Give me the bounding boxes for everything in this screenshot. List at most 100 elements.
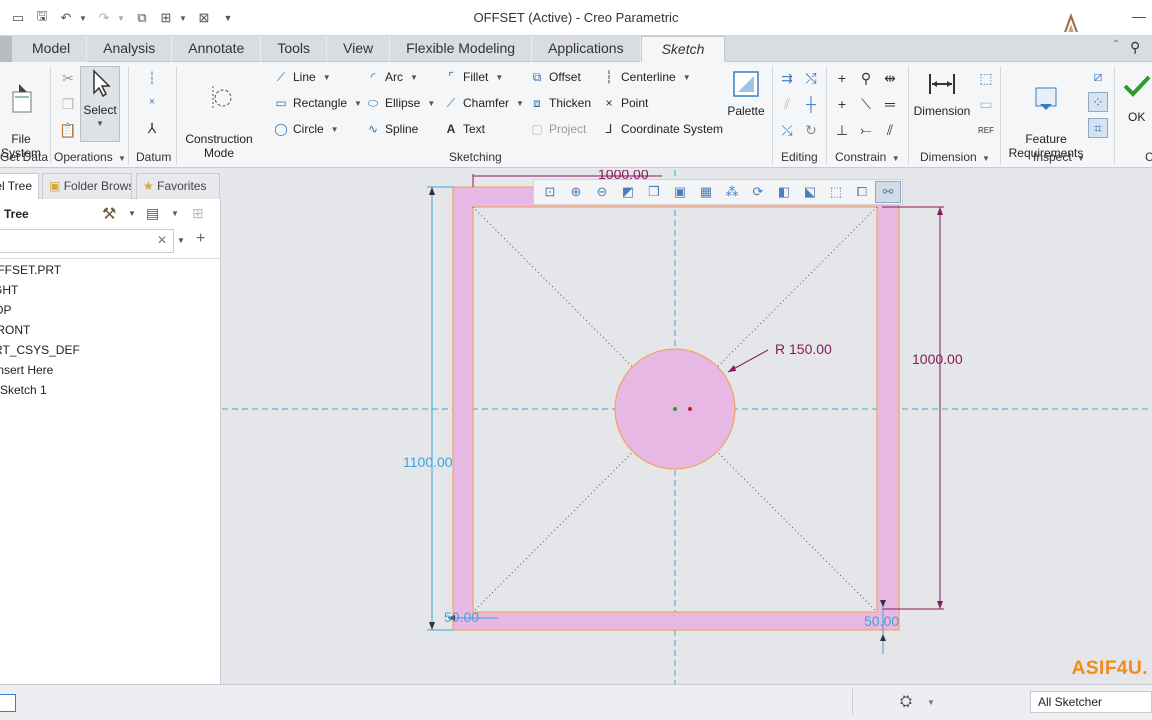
tab-annotate[interactable]: Annotate xyxy=(172,36,262,62)
settings-hammer-icon[interactable]: ⚒ xyxy=(102,204,116,224)
datum-display-icon[interactable]: ⁂ xyxy=(719,181,745,203)
overlapping-geometry-icon[interactable]: ⧄ xyxy=(1088,66,1108,86)
rotate-resize-icon[interactable]: ↻ xyxy=(801,120,821,140)
tab-applications[interactable]: Applications xyxy=(532,36,641,62)
file-system-button[interactable]: File System xyxy=(0,68,46,160)
tab-favorites[interactable]: ★ Favorites xyxy=(136,173,220,199)
text-button[interactable]: A Text xyxy=(444,120,485,138)
construction-mode-button[interactable]: Construction Mode xyxy=(182,68,256,160)
tangent-constraint-icon[interactable]: ⚲ xyxy=(856,68,876,88)
dimension-right-height[interactable]: 1000.00 xyxy=(912,351,963,367)
named-views-icon[interactable]: ⧠ xyxy=(849,181,875,203)
tree-item-top[interactable]: TOP xyxy=(0,303,11,317)
arc-button[interactable]: ◜ Arc ▼ xyxy=(366,68,418,86)
fillet-dropdown-icon[interactable]: ▼ xyxy=(495,73,503,82)
palette-button[interactable]: Palette xyxy=(724,68,768,118)
search-icon[interactable]: ⚲ xyxy=(1130,39,1140,59)
show-dropdown-icon[interactable]: ▼ xyxy=(171,209,179,218)
datum-csys-icon[interactable]: ⅄ xyxy=(142,118,162,138)
spin-center-icon[interactable]: ⟳ xyxy=(745,181,771,203)
copy-icon[interactable]: ❐ xyxy=(58,94,78,114)
dimension-thickness-left[interactable]: 50.00 xyxy=(444,609,479,625)
feature-requirements-button[interactable]: Feature Requirements xyxy=(1006,68,1086,160)
paste-icon[interactable]: 📋 xyxy=(58,120,78,140)
tree-item-right[interactable]: RIGHT xyxy=(0,283,18,297)
line-dropdown-icon[interactable]: ▼ xyxy=(323,73,331,82)
symmetric-constraint-icon[interactable]: ⇹ xyxy=(880,68,900,88)
smart-select-icon[interactable]: ⛭ xyxy=(900,693,912,710)
ok-button[interactable]: OK xyxy=(1128,108,1145,126)
highlight-open-ends-icon[interactable]: ⁘ xyxy=(1088,92,1108,112)
message-area-icon[interactable] xyxy=(0,694,16,712)
vertical-constraint-icon[interactable]: + xyxy=(832,68,852,88)
settings-dropdown-icon[interactable]: ▼ xyxy=(128,209,136,218)
zoom-out-icon[interactable]: ⊖ xyxy=(589,181,615,203)
point-button[interactable]: × Point xyxy=(602,94,648,112)
display-style-icon[interactable]: ❒ xyxy=(641,181,667,203)
centerline-button[interactable]: ┆ Centerline ▼ xyxy=(602,68,691,86)
arc-dropdown-icon[interactable]: ▼ xyxy=(410,73,418,82)
sketch-display-toggle-icon[interactable]: ⚯ xyxy=(875,181,901,203)
tree-item-insert-here[interactable]: Insert Here xyxy=(0,363,53,377)
tree-item-front[interactable]: FRONT xyxy=(0,323,30,337)
fillet-button[interactable]: ⌜ Fillet ▼ xyxy=(444,68,503,86)
rectangle-button[interactable]: ▭ Rectangle ▼ xyxy=(274,94,362,112)
annotation-display-icon[interactable]: ◧ xyxy=(771,181,797,203)
collapse-ribbon-icon[interactable]: ⌃ xyxy=(1112,39,1120,59)
horizontal-constraint-icon[interactable]: + xyxy=(832,94,852,114)
reference-dimension-icon[interactable]: REF xyxy=(976,120,996,140)
datum-centerline-icon[interactable]: ┆ xyxy=(142,68,162,88)
baseline-dimension-icon[interactable]: ▭ xyxy=(976,94,996,114)
datum-point-icon[interactable]: × xyxy=(142,92,162,112)
tree-item-csys[interactable]: PRT_CSYS_DEF xyxy=(0,343,80,357)
chamfer-button[interactable]: ⟋ Chamfer ▼ xyxy=(444,94,524,112)
select-dropdown-icon[interactable]: ▼ xyxy=(925,694,937,712)
equal-constraint-icon[interactable]: ═ xyxy=(880,94,900,114)
thicken-button[interactable]: ⧈ Thicken xyxy=(530,94,591,112)
view-manager-icon[interactable]: ▦ xyxy=(693,181,719,203)
filter-icon[interactable]: ⊞ xyxy=(192,205,204,222)
tab-model[interactable]: Model xyxy=(0,36,88,62)
cut-icon[interactable]: ✂ xyxy=(58,68,78,88)
zoom-in-icon[interactable]: ⊕ xyxy=(563,181,589,203)
graphics-window[interactable]: 1000.00 R 150.00 1000.00 1100.00 50.00 5… xyxy=(222,170,1152,684)
line-button[interactable]: ⟋ Line ▼ xyxy=(274,68,331,86)
mirror-icon[interactable]: ⫽ xyxy=(777,94,797,114)
tab-tools[interactable]: Tools xyxy=(261,36,328,62)
tree-item-part[interactable]: OFFSET.PRT xyxy=(0,263,61,277)
circle-button[interactable]: ◯ Circle ▼ xyxy=(274,120,338,138)
tab-model-tree[interactable]: Model Tree xyxy=(0,173,39,199)
dimension-button[interactable]: Dimension xyxy=(910,68,974,118)
tab-view[interactable]: View xyxy=(327,36,391,62)
delete-segment-icon[interactable]: ⤭ xyxy=(801,68,821,88)
corner-icon[interactable]: ┼ xyxy=(801,94,821,114)
sketch-view-icon[interactable]: ⬕ xyxy=(797,181,823,203)
project-button[interactable]: ▢ Project xyxy=(530,120,586,138)
tab-sketch[interactable]: Sketch xyxy=(640,36,726,63)
add-icon[interactable]: + xyxy=(196,230,205,248)
centerline-dropdown-icon[interactable]: ▼ xyxy=(683,73,691,82)
dimension-radius[interactable]: R 150.00 xyxy=(775,341,832,357)
coincident-constraint-icon[interactable]: ⤚ xyxy=(856,120,876,140)
tree-search-input[interactable]: ✕ xyxy=(0,229,174,253)
modify-icon[interactable]: ⇉ xyxy=(777,68,797,88)
selection-filter-select[interactable]: All Sketcher xyxy=(1030,691,1152,713)
ellipse-button[interactable]: ⬭ Ellipse ▼ xyxy=(366,94,435,112)
midpoint-constraint-icon[interactable]: ⟍ xyxy=(856,94,876,114)
tab-analysis[interactable]: Analysis xyxy=(87,36,173,62)
chamfer-dropdown-icon[interactable]: ▼ xyxy=(516,99,524,108)
spline-button[interactable]: ∿ Spline xyxy=(366,120,418,138)
sketcher-display-filters-icon[interactable]: ⬚ xyxy=(823,181,849,203)
show-columns-icon[interactable]: ▤ xyxy=(146,205,159,222)
shade-closed-loops-icon[interactable]: ⌗ xyxy=(1088,118,1108,138)
select-button[interactable]: Select ▼ xyxy=(80,66,120,142)
minimize-button[interactable]: — xyxy=(1132,8,1146,24)
parallel-constraint-icon[interactable]: ⫽ xyxy=(880,120,900,140)
tab-flexible-modeling[interactable]: Flexible Modeling xyxy=(390,36,533,62)
tree-item-sketch[interactable]: Sketch 1 xyxy=(0,383,47,397)
sketch-area[interactable] xyxy=(222,170,1152,684)
perimeter-dimension-icon[interactable]: ⬚ xyxy=(976,68,996,88)
search-dropdown-icon[interactable]: ▼ xyxy=(177,236,185,245)
offset-button[interactable]: ⧉ Offset xyxy=(530,68,581,86)
select-dropdown-icon[interactable]: ▼ xyxy=(81,117,119,131)
